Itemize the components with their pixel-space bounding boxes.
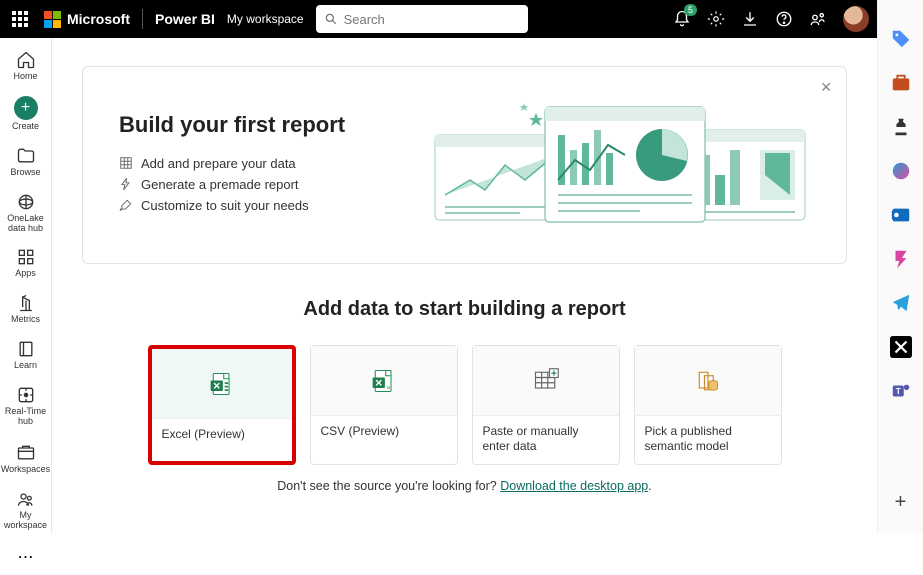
nav-home[interactable]: Home — [0, 44, 52, 88]
header-icons: 5 — [673, 6, 869, 32]
table-icon — [532, 367, 560, 395]
nav-more-icon[interactable]: ⋯ — [18, 539, 34, 575]
notification-badge: 5 — [684, 4, 697, 16]
source-cards: Excel (Preview) a CSV (Preview) Paste or… — [82, 345, 847, 465]
notifications-icon[interactable]: 5 — [673, 10, 691, 28]
rail-copilot-icon[interactable] — [890, 160, 912, 182]
search-input[interactable] — [344, 12, 520, 27]
search-box[interactable] — [316, 5, 528, 33]
nav-create[interactable]: + Create — [0, 90, 52, 138]
card-label: CSV (Preview) — [311, 416, 457, 447]
nav-workspaces[interactable]: Workspaces — [0, 437, 52, 481]
hero-step-customize: Customize to suit your needs — [119, 198, 345, 213]
nav-onelake[interactable]: OneLake data hub — [0, 186, 52, 240]
app-launcher-icon[interactable] — [8, 7, 32, 31]
hero-title: Build your first report — [119, 112, 345, 138]
product-name[interactable]: Power BI — [155, 11, 215, 27]
top-header: Microsoft Power BI My workspace 5 — [0, 0, 877, 38]
main-content: ✕ Build your first report Add and prepar… — [52, 38, 877, 533]
card-label: Pick a published semantic model — [635, 416, 781, 462]
nav-metrics[interactable]: Metrics — [0, 287, 52, 331]
card-pick-model[interactable]: Pick a published semantic model — [634, 345, 782, 465]
divider — [142, 9, 143, 29]
brush-icon — [119, 198, 133, 212]
left-nav: Home + Create Browse OneLake data hub Ap… — [0, 38, 52, 533]
nav-apps[interactable]: Apps — [0, 241, 52, 285]
hero-step-generate: Generate a premade report — [119, 177, 345, 192]
nav-my-workspace[interactable]: My workspace — [0, 483, 52, 537]
help-icon[interactable] — [775, 10, 793, 28]
card-excel[interactable]: Excel (Preview) — [148, 345, 296, 465]
microsoft-logo: Microsoft — [44, 11, 130, 28]
workspace-crumb[interactable]: My workspace — [227, 12, 304, 26]
rail-x-icon[interactable] — [890, 336, 912, 358]
search-icon — [324, 12, 338, 26]
download-desktop-link[interactable]: Download the desktop app — [500, 479, 648, 493]
hero-card: ✕ Build your first report Add and prepar… — [82, 66, 847, 264]
csv-icon: a — [370, 367, 398, 395]
footer-hint: Don't see the source you're looking for?… — [82, 479, 847, 493]
excel-icon — [208, 370, 236, 398]
nav-realtime[interactable]: Real-Time hub — [0, 379, 52, 433]
lightning-icon — [119, 177, 133, 191]
rail-power-icon[interactable] — [890, 248, 912, 270]
semantic-model-icon — [694, 367, 722, 395]
right-rail: T + — [877, 0, 923, 533]
settings-icon[interactable] — [707, 10, 725, 28]
rail-briefcase-icon[interactable] — [890, 72, 912, 94]
download-icon[interactable] — [741, 10, 759, 28]
nav-browse[interactable]: Browse — [0, 140, 52, 184]
rail-outlook-icon[interactable] — [890, 204, 912, 226]
card-label: Excel (Preview) — [152, 419, 292, 450]
microsoft-text: Microsoft — [67, 11, 130, 27]
feedback-icon[interactable] — [809, 10, 827, 28]
nav-learn[interactable]: Learn — [0, 333, 52, 377]
section-title: Add data to start building a report — [82, 298, 847, 321]
rail-teams-icon[interactable]: T — [890, 380, 912, 402]
rail-chess-icon[interactable] — [890, 116, 912, 138]
hero-illustration — [430, 95, 810, 235]
rail-tag-icon[interactable] — [890, 28, 912, 50]
svg-text:T: T — [895, 387, 900, 396]
card-csv[interactable]: a CSV (Preview) — [310, 345, 458, 465]
avatar[interactable] — [843, 6, 869, 32]
card-paste[interactable]: Paste or manually enter data — [472, 345, 620, 465]
hero-step-add: Add and prepare your data — [119, 156, 345, 171]
rail-add-icon[interactable]: + — [890, 491, 912, 513]
card-label: Paste or manually enter data — [473, 416, 619, 462]
svg-text:a: a — [386, 384, 389, 390]
rail-telegram-icon[interactable] — [890, 292, 912, 314]
close-icon[interactable]: ✕ — [820, 79, 832, 96]
grid-icon — [119, 156, 133, 170]
